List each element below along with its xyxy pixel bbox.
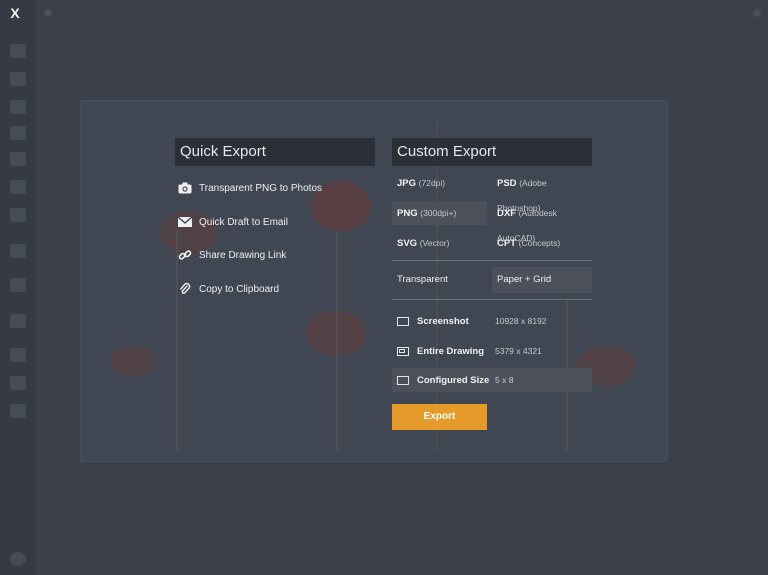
paperclip-icon bbox=[178, 282, 192, 296]
pen-icon bbox=[10, 72, 26, 86]
quick-export-share-link[interactable]: Share Drawing Link bbox=[178, 246, 286, 264]
stem-sketch bbox=[176, 231, 178, 451]
size-entire-drawing[interactable]: Entire Drawing 5379 x 4321 bbox=[392, 339, 592, 363]
format-name: SVG bbox=[397, 238, 418, 249]
custom-export-title: Custom Export bbox=[392, 138, 592, 166]
format-detail: (Concepts) bbox=[518, 238, 561, 248]
size-value: 10928 x 8192 bbox=[495, 316, 547, 326]
size-label: Screenshot bbox=[417, 315, 469, 327]
eraser-icon bbox=[10, 244, 26, 258]
format-name: JPG bbox=[397, 178, 417, 189]
entire-drawing-icon bbox=[397, 346, 409, 356]
background-transparent[interactable]: Transparent bbox=[392, 267, 487, 293]
tool-icon bbox=[10, 44, 26, 58]
format-svg[interactable]: SVG (Vector) bbox=[392, 231, 487, 255]
menu-dot-icon bbox=[753, 9, 761, 17]
format-detail: (300dpi+) bbox=[420, 208, 457, 218]
format-dxf[interactable]: DXF (Autodesk AutoCAD) bbox=[492, 201, 592, 243]
brush-icon bbox=[10, 180, 26, 194]
close-button[interactable]: X bbox=[6, 4, 24, 22]
format-jpg[interactable]: JPG (72dpi) bbox=[392, 171, 487, 195]
divider bbox=[392, 299, 592, 300]
quick-export-item-label: Quick Draft to Email bbox=[199, 216, 288, 228]
format-name: PNG bbox=[397, 208, 418, 219]
size-value: 5 x 8 bbox=[495, 375, 514, 385]
poppy-sketch bbox=[111, 346, 156, 376]
quick-export-draft-email[interactable]: Quick Draft to Email bbox=[178, 213, 288, 231]
quick-export-title: Quick Export bbox=[175, 138, 375, 166]
quick-export-item-label: Share Drawing Link bbox=[199, 249, 287, 261]
quick-export-transparent-png[interactable]: Transparent PNG to Photos bbox=[178, 179, 322, 197]
size-value: 5379 x 4321 bbox=[495, 346, 542, 356]
format-png[interactable]: PNG (300dpi+) bbox=[392, 201, 487, 225]
link-icon bbox=[178, 248, 192, 262]
size-screenshot[interactable]: Screenshot 10928 x 8192 bbox=[392, 309, 592, 333]
ruler-icon bbox=[10, 152, 26, 166]
format-name: DXF bbox=[497, 208, 516, 219]
size-label: Entire Drawing bbox=[417, 345, 485, 357]
background-paper-grid[interactable]: Paper + Grid bbox=[492, 267, 592, 293]
cube-icon bbox=[10, 348, 26, 362]
envelope-icon bbox=[178, 215, 192, 229]
menu-dot-icon bbox=[44, 9, 52, 17]
size-label: Configured Size bbox=[417, 374, 490, 386]
layers-icon bbox=[10, 314, 26, 328]
size-configured[interactable]: Configured Size 5 x 8 bbox=[392, 368, 592, 392]
format-detail: (72dpi) bbox=[418, 178, 446, 188]
format-name: PSD bbox=[497, 178, 517, 189]
export-icon bbox=[10, 404, 26, 418]
format-psd[interactable]: PSD (Adobe Photoshop) bbox=[492, 171, 592, 213]
divider bbox=[392, 260, 592, 261]
grid-icon bbox=[10, 278, 26, 292]
camera-icon bbox=[178, 181, 192, 195]
settings-icon bbox=[10, 552, 26, 566]
import-icon bbox=[10, 376, 26, 390]
quick-export-item-label: Copy to Clipboard bbox=[199, 283, 280, 295]
screenshot-icon bbox=[397, 316, 409, 326]
tool-sidebar bbox=[0, 0, 36, 575]
configured-size-icon bbox=[397, 375, 409, 385]
shape-icon bbox=[10, 208, 26, 222]
format-cpt[interactable]: CPT (Concepts) bbox=[492, 231, 592, 255]
format-name: CPT bbox=[497, 238, 516, 249]
stem-sketch bbox=[336, 231, 338, 451]
quick-export-copy-clipboard[interactable]: Copy to Clipboard bbox=[178, 280, 279, 298]
quick-export-item-label: Transparent PNG to Photos bbox=[199, 182, 323, 194]
pencil-icon bbox=[10, 100, 26, 114]
export-button[interactable]: Export bbox=[392, 404, 487, 430]
format-detail: (Vector) bbox=[419, 238, 450, 248]
text-icon bbox=[10, 126, 26, 140]
